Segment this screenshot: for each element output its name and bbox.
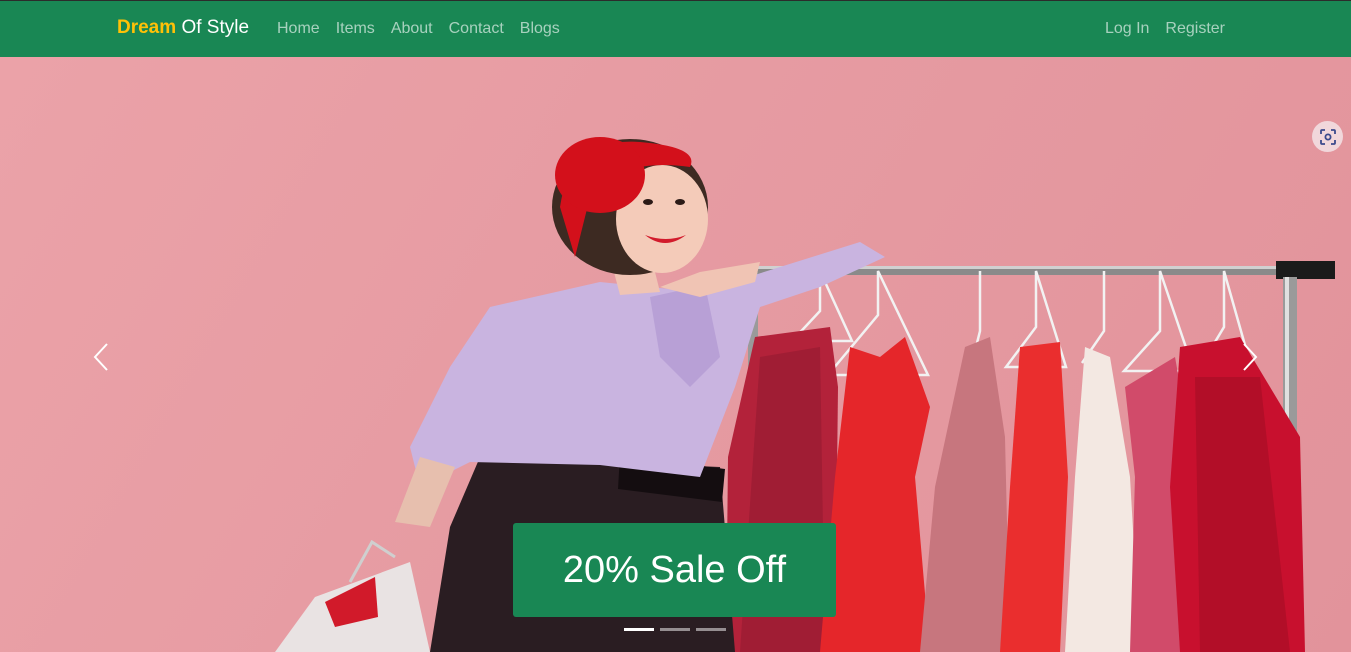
carousel-prev-button[interactable] [88, 337, 118, 377]
auth-links: Log In Register [1105, 20, 1225, 38]
brand-of-style: Of Style [181, 17, 250, 38]
brand-logo[interactable]: Dream Of Style [117, 17, 249, 39]
indicator-slide-3[interactable] [696, 628, 726, 631]
register-link[interactable]: Register [1165, 20, 1225, 38]
navbar: Dream Of Style Home Items About Contact … [0, 0, 1351, 57]
indicator-slide-1[interactable] [624, 628, 654, 631]
nav-link-blogs[interactable]: Blogs [520, 20, 560, 38]
indicator-slide-2[interactable] [660, 628, 690, 631]
nav-link-about[interactable]: About [391, 20, 433, 38]
nav-links: Home Items About Contact Blogs [277, 20, 560, 38]
login-link[interactable]: Log In [1105, 20, 1149, 38]
nav-link-contact[interactable]: Contact [449, 20, 504, 38]
chevron-right-icon [1243, 343, 1258, 371]
carousel-caption: 20% Sale Off [513, 523, 836, 617]
carousel-indicators [624, 628, 726, 631]
hero-carousel: 20% Sale Off [0, 57, 1351, 652]
visual-search-button[interactable] [1312, 121, 1343, 152]
caption-text: 20% Sale Off [562, 548, 787, 591]
nav-link-home[interactable]: Home [277, 20, 320, 38]
scan-icon [1319, 128, 1336, 145]
carousel-next-button[interactable] [1233, 337, 1263, 377]
nav-link-items[interactable]: Items [336, 20, 375, 38]
chevron-left-icon [93, 343, 108, 371]
brand-dream: Dream [117, 17, 177, 38]
